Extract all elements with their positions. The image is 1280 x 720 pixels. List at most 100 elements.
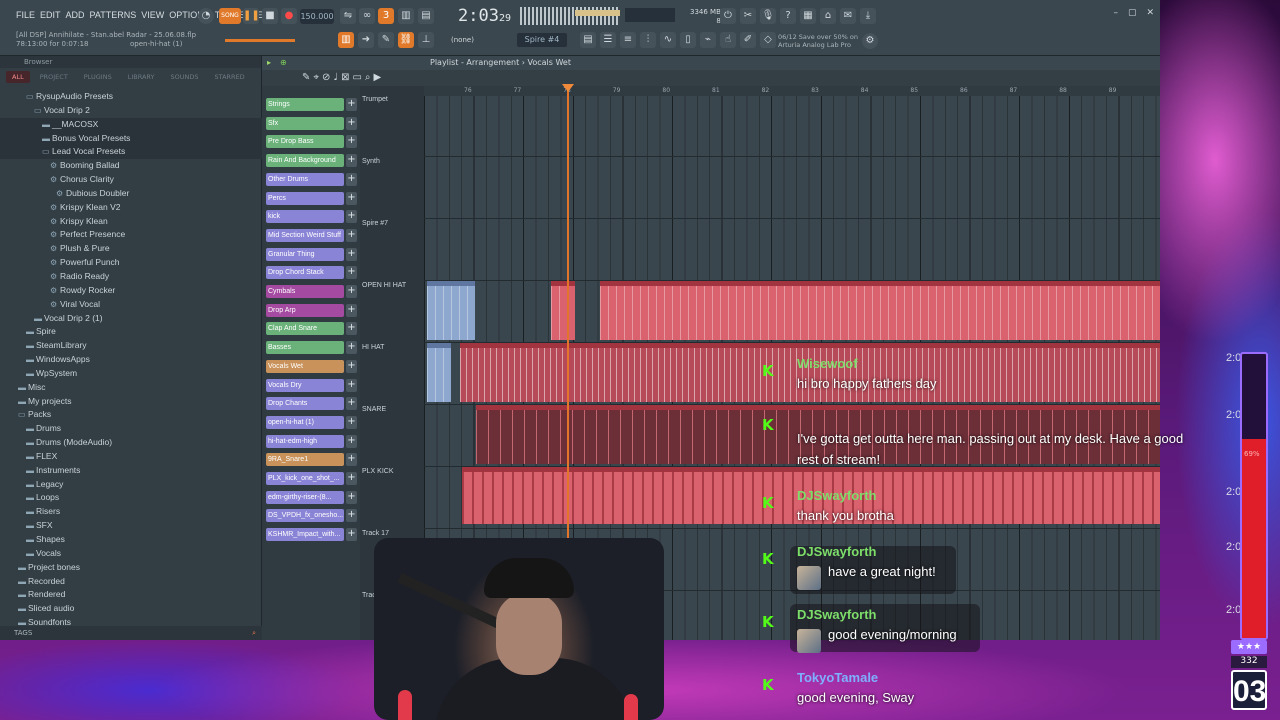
piano-icon[interactable]: ▦	[800, 8, 816, 24]
pattern-item[interactable]: Drop Arp	[266, 303, 344, 317]
browser-item[interactable]: ▬ My projects	[0, 395, 262, 409]
add-pattern-icon[interactable]: +	[346, 116, 357, 130]
eq-icon[interactable]: ⫶	[640, 32, 656, 48]
add-pattern-icon[interactable]: +	[346, 154, 357, 168]
chat-username[interactable]: TokyoTamale	[797, 670, 878, 685]
pattern-item[interactable]: KSHMR_Impact_with...	[266, 528, 344, 542]
browser-item[interactable]: ⚙ Plush & Pure	[0, 242, 262, 256]
menu-item-add[interactable]: ADD	[66, 10, 85, 20]
browser-tab-plugins[interactable]: PLUGINS	[78, 71, 118, 83]
add-pattern-icon[interactable]: +	[346, 303, 357, 317]
browser-item[interactable]: ▬ Recorded	[0, 575, 262, 589]
add-pattern-icon[interactable]: +	[346, 415, 357, 429]
pattern-item[interactable]: Vocals Dry	[266, 378, 344, 392]
add-pattern-icon[interactable]: +	[346, 228, 357, 242]
browser-item[interactable]: ▬ Legacy	[0, 478, 262, 492]
mixer-icon[interactable]: ☰	[600, 32, 616, 48]
browser-item[interactable]: ▬ Vocal Drip 2 (1)	[0, 312, 262, 326]
chat-username[interactable]: Wisewoof	[797, 356, 858, 371]
loop-record-icon[interactable]: ∞	[359, 8, 375, 24]
add-pattern-icon[interactable]: +	[346, 359, 357, 373]
pattern-item[interactable]: Drop Chord Stack	[266, 266, 344, 280]
browser-item[interactable]: ⚙ Radio Ready	[0, 270, 262, 284]
touch-icon[interactable]: ☝	[720, 32, 736, 48]
pattern-item[interactable]: kick	[266, 210, 344, 224]
add-pattern-icon[interactable]: +	[346, 453, 357, 467]
help-icon[interactable]: ?	[780, 8, 796, 24]
pause-icon[interactable]: ❚❚	[243, 8, 260, 24]
chat-username[interactable]: DJSwayforth	[797, 544, 876, 559]
snap-value[interactable]: (none)	[451, 36, 474, 44]
track-header[interactable]: PLX KICK	[362, 468, 394, 475]
pattern-item[interactable]: Sfx	[266, 116, 344, 130]
add-pattern-icon[interactable]: +	[346, 341, 357, 355]
track-header[interactable]: HI HAT	[362, 344, 384, 351]
arrow-icon[interactable]: ➜	[358, 32, 374, 48]
stamp-icon[interactable]: ⊥	[418, 32, 434, 48]
browser-item[interactable]: ⚙ Rowdy Rocker	[0, 284, 262, 298]
browser-item[interactable]: ▭ Vocal Drip 2	[0, 104, 262, 118]
browser-item[interactable]: ▭ Lead Vocal Presets	[0, 145, 262, 160]
minimize-icon[interactable]: –	[1113, 8, 1118, 18]
pattern-item[interactable]: DS_VPDH_fx_onesho...	[266, 509, 344, 523]
channel-rack-icon[interactable]: ≡	[620, 32, 636, 48]
playhead-marker[interactable]	[562, 84, 574, 92]
add-pattern-icon[interactable]: +	[346, 98, 357, 111]
power-icon[interactable]: ⏻	[720, 8, 736, 24]
pattern-item[interactable]: Mid Section Weird Stuff	[266, 228, 344, 242]
settings-icon[interactable]: ⚙	[862, 33, 878, 49]
pattern-item[interactable]: PLX_kick_one_shot_...	[266, 472, 344, 485]
record-icon[interactable]: ●	[281, 8, 297, 24]
playhead[interactable]	[567, 86, 569, 546]
magnet-icon[interactable]: ⊕	[280, 56, 287, 70]
pattern-item[interactable]: Granular Thing	[266, 247, 344, 261]
playlist-menu-icon[interactable]: ▸	[267, 56, 271, 70]
chat-username[interactable]: DJSwayforth	[797, 607, 876, 622]
add-pattern-icon[interactable]: +	[346, 397, 357, 411]
browser-item[interactable]: ⚙ Chorus Clarity	[0, 173, 262, 187]
track-header[interactable]: Synth	[362, 158, 380, 165]
browser-tab-library[interactable]: LIBRARY	[122, 71, 161, 83]
pattern-selector[interactable]: Spire #4	[517, 33, 567, 47]
step-edit-icon[interactable]: ▥	[398, 8, 414, 24]
news-icon[interactable]: ◇	[760, 32, 776, 48]
browser-item[interactable]: ▬ Misc	[0, 381, 262, 395]
browser-item[interactable]: ▬ __MACOSX	[0, 117, 262, 132]
browser-tab-starred[interactable]: STARRED	[209, 71, 251, 83]
browser-item[interactable]: ⚙ Dubious Doubler	[0, 187, 262, 201]
stop-icon[interactable]: ■	[262, 8, 278, 24]
browser-item[interactable]: ⚙ Powerful Punch	[0, 256, 262, 270]
countdown-icon[interactable]: 3	[378, 8, 394, 24]
pattern-item[interactable]: Rain And Background	[266, 154, 344, 168]
pattern-item[interactable]: Cymbals	[266, 285, 344, 298]
file-icon[interactable]: ▯	[680, 32, 696, 48]
pattern-item[interactable]: Percs	[266, 191, 344, 205]
pattern-item[interactable]: open-hi-hat (1)	[266, 415, 344, 429]
browser-item[interactable]: ▬ Sliced audio	[0, 602, 262, 616]
browser-item[interactable]: ⚙ Krispy Klean	[0, 215, 262, 229]
add-pattern-icon[interactable]: +	[346, 210, 357, 224]
browser-item[interactable]: ▬ Drums (ModeAudio)	[0, 436, 262, 450]
clip-open-hi-hat-blue[interactable]	[427, 280, 475, 340]
add-pattern-icon[interactable]: +	[346, 509, 357, 523]
browser-item[interactable]: ▬ Spire	[0, 325, 262, 339]
menu-item-edit[interactable]: EDIT	[40, 10, 61, 20]
add-pattern-icon[interactable]: +	[346, 472, 357, 485]
clip-hi-hat-blue[interactable]	[427, 342, 451, 402]
brush-icon[interactable]: ✐	[740, 32, 756, 48]
chat-username[interactable]: DJSwayforth	[797, 488, 876, 503]
plug-icon[interactable]: ⌁	[700, 32, 716, 48]
browser-tab-sounds[interactable]: SOUNDS	[165, 71, 205, 83]
browser-item[interactable]: ▬ Vocals	[0, 547, 262, 561]
browser-item[interactable]: ▬ SFX	[0, 519, 262, 533]
close-icon[interactable]: ✕	[1146, 8, 1154, 18]
timeline-ruler[interactable]: 7677787980818283848586878889	[424, 86, 1160, 96]
add-pattern-icon[interactable]: +	[346, 378, 357, 392]
browser-item[interactable]: ▭ RysupAudio Presets	[0, 90, 262, 104]
browser-item[interactable]: ▬ WindowsApps	[0, 353, 262, 367]
add-pattern-icon[interactable]: +	[346, 528, 357, 542]
add-pattern-icon[interactable]: +	[346, 434, 357, 448]
menu-item-patterns[interactable]: PATTERNS	[90, 10, 137, 20]
pattern-item[interactable]: Basses	[266, 341, 344, 355]
pattern-item[interactable]: edm-girthy-riser-(8...	[266, 490, 344, 504]
